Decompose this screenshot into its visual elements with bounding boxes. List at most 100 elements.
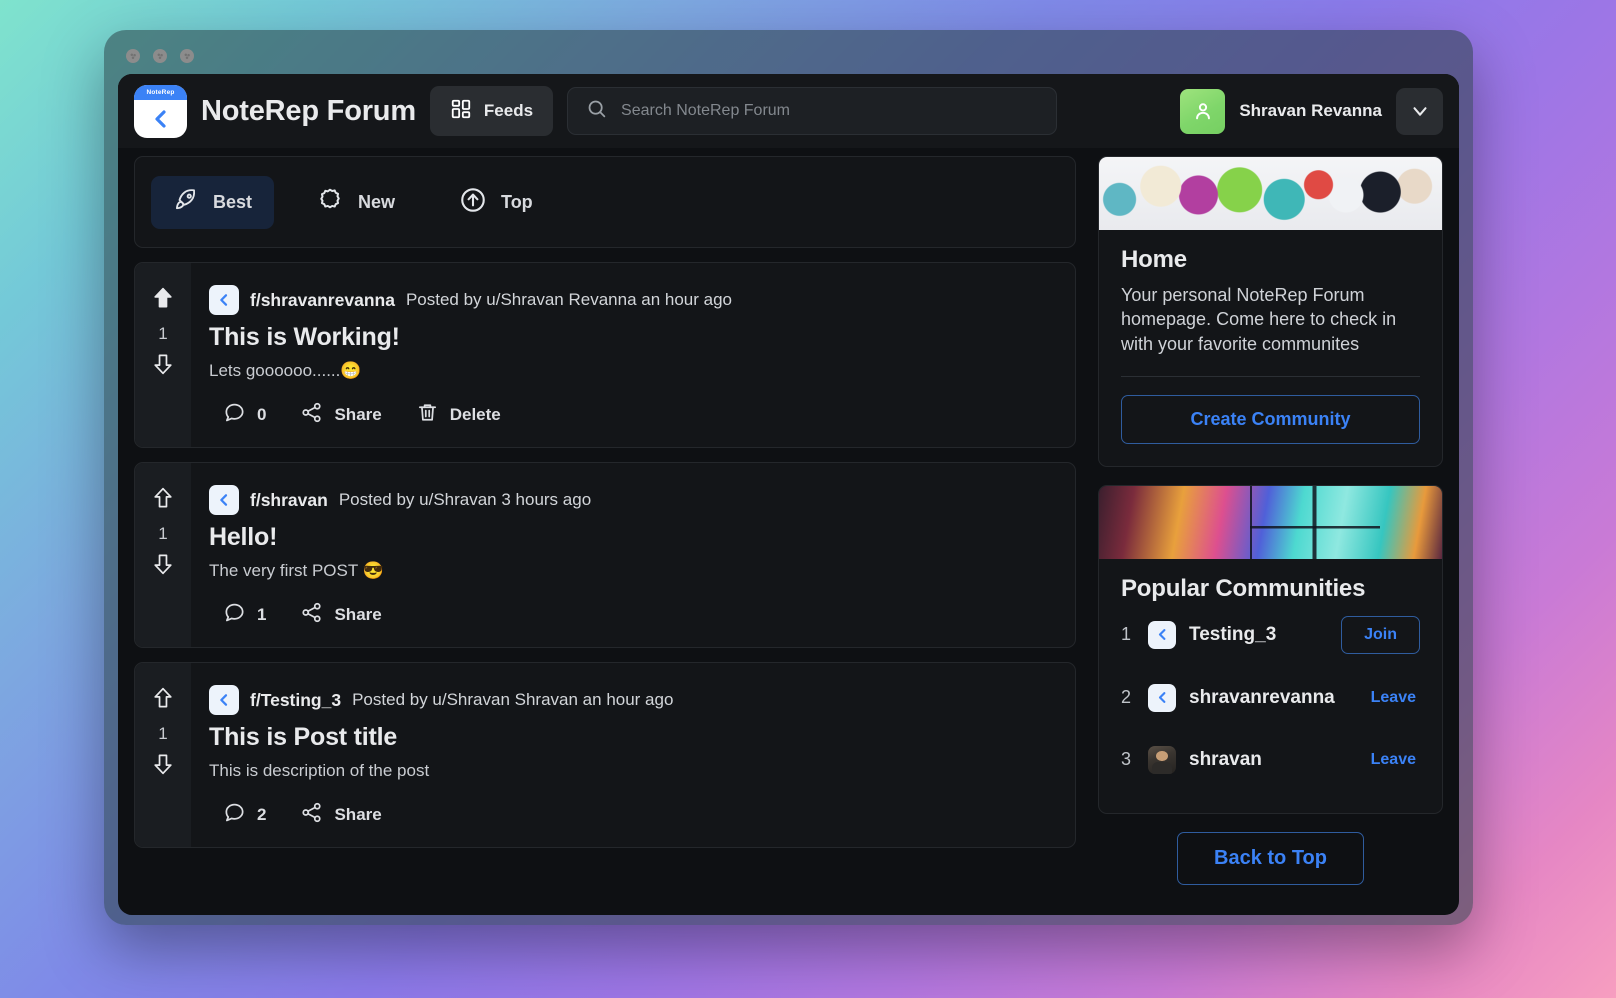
tab-best[interactable]: Best bbox=[151, 175, 275, 229]
share-label: Share bbox=[334, 605, 382, 624]
popular-banner-image bbox=[1099, 485, 1442, 559]
community-name[interactable]: shravan bbox=[1189, 749, 1354, 771]
community-rank: 2 bbox=[1121, 687, 1132, 708]
post-meta: f/shravan Posted by u/Shravan 3 hours ag… bbox=[209, 485, 1053, 515]
list-item[interactable]: 3 shravan Leave bbox=[1121, 729, 1420, 791]
post-description-text: This is description of the post bbox=[209, 761, 430, 780]
app-title: NoteRep Forum bbox=[201, 94, 416, 127]
community-name[interactable]: f/shravanrevanna bbox=[250, 290, 395, 311]
post-title[interactable]: This is Post title bbox=[209, 723, 1053, 752]
sort-tab-bar: Best New Top bbox=[134, 156, 1076, 248]
share-button[interactable]: Share bbox=[300, 601, 382, 629]
post-title[interactable]: Hello! bbox=[209, 523, 1053, 552]
community-name[interactable]: f/shravan bbox=[250, 490, 328, 511]
feeds-button[interactable]: Feeds bbox=[429, 86, 554, 136]
post-description: Lets goooooo......😁 bbox=[209, 361, 1053, 381]
share-icon bbox=[300, 401, 323, 429]
comments-button[interactable]: 0 bbox=[223, 401, 266, 429]
brand-block[interactable]: NoteRep NoteRep Forum bbox=[134, 84, 416, 138]
sidebar-column: Home Your personal NoteRep Forum homepag… bbox=[1098, 156, 1443, 915]
post-title[interactable]: This is Working! bbox=[209, 323, 1053, 352]
vote-count: 1 bbox=[158, 324, 168, 343]
noterep-logo-icon: NoteRep bbox=[134, 84, 187, 138]
community-chevron-badge-icon bbox=[209, 685, 239, 715]
tab-top[interactable]: Top bbox=[437, 175, 555, 230]
tab-new[interactable]: New bbox=[294, 175, 417, 230]
comments-count: 0 bbox=[257, 405, 267, 424]
chevron-down-icon[interactable] bbox=[1396, 87, 1443, 135]
popular-communities-card: Popular Communities 1 Testing_3 Join 2 s… bbox=[1098, 484, 1443, 814]
popular-card-body: Popular Communities 1 Testing_3 Join 2 s… bbox=[1099, 559, 1442, 813]
post-action-row: 1 Share bbox=[209, 601, 1053, 629]
post-card[interactable]: 1 f/shravan Posted by u/Shravan 3 hours … bbox=[134, 462, 1076, 648]
app-viewport: NoteRep NoteRep Forum Feeds Search NoteR… bbox=[118, 74, 1459, 915]
community-name[interactable]: shravanrevanna bbox=[1189, 687, 1354, 709]
comments-button[interactable]: 1 bbox=[223, 601, 266, 629]
join-button[interactable]: Join bbox=[1341, 615, 1420, 654]
comments-count: 2 bbox=[257, 805, 267, 824]
comments-button[interactable]: 2 bbox=[223, 801, 266, 829]
tab-new-label: New bbox=[358, 191, 396, 212]
community-photo-avatar bbox=[1148, 745, 1176, 774]
community-rank: 1 bbox=[1121, 624, 1132, 645]
share-icon bbox=[300, 601, 323, 629]
rocket-icon bbox=[173, 187, 199, 218]
window-maximize-button[interactable] bbox=[180, 49, 194, 63]
post-description-emoji: 😎 bbox=[362, 561, 384, 580]
post-meta: f/Testing_3 Posted by u/Shravan Shravan … bbox=[209, 685, 1053, 715]
back-to-top-wrap: Back to Top bbox=[1098, 831, 1443, 885]
upvote-button[interactable] bbox=[150, 685, 176, 716]
search-input[interactable] bbox=[621, 102, 1039, 120]
home-card-description: Your personal NoteRep Forum homepage. Co… bbox=[1121, 285, 1397, 354]
post-body: f/shravan Posted by u/Shravan 3 hours ag… bbox=[191, 463, 1075, 647]
list-item[interactable]: 2 shravanrevanna Leave bbox=[1121, 667, 1420, 729]
upvote-button[interactable] bbox=[150, 285, 176, 316]
post-author-meta: Posted by u/Shravan Revanna an hour ago bbox=[405, 290, 733, 309]
avatar[interactable] bbox=[1180, 88, 1226, 134]
grid-icon bbox=[450, 98, 472, 125]
content-area: Best New Top 1 f/shravanrevanna Posted b… bbox=[118, 148, 1459, 915]
post-body: f/shravanrevanna Posted by u/Shravan Rev… bbox=[191, 263, 1075, 447]
community-name[interactable]: Testing_3 bbox=[1189, 624, 1328, 646]
search-box[interactable] bbox=[567, 87, 1058, 135]
home-banner-image bbox=[1099, 157, 1442, 230]
back-to-top-button[interactable]: Back to Top bbox=[1177, 831, 1364, 885]
post-card[interactable]: 1 f/shravanrevanna Posted by u/Shravan R… bbox=[134, 262, 1076, 448]
logo-chevron-left-icon bbox=[134, 100, 187, 138]
vote-count: 1 bbox=[158, 724, 168, 743]
create-community-button[interactable]: Create Community bbox=[1121, 394, 1420, 444]
vote-column: 1 bbox=[135, 663, 191, 847]
post-description: This is description of the post bbox=[209, 761, 1053, 781]
user-menu[interactable]: Shravan Revanna bbox=[1180, 87, 1443, 135]
home-card-body: Home Your personal NoteRep Forum homepag… bbox=[1099, 230, 1442, 466]
downvote-button[interactable] bbox=[150, 351, 176, 382]
delete-label: Delete bbox=[449, 405, 501, 424]
downvote-button[interactable] bbox=[150, 751, 176, 782]
badge-star-icon bbox=[316, 186, 344, 219]
community-name[interactable]: f/Testing_3 bbox=[250, 690, 341, 711]
upvote-button[interactable] bbox=[150, 485, 176, 516]
post-author-meta: Posted by u/Shravan Shravan an hour ago bbox=[352, 690, 674, 709]
list-item[interactable]: 1 Testing_3 Join bbox=[1121, 603, 1420, 667]
delete-button[interactable]: Delete bbox=[416, 401, 501, 429]
leave-button[interactable]: Leave bbox=[1367, 680, 1420, 716]
vote-column: 1 bbox=[135, 463, 191, 647]
share-button[interactable]: Share bbox=[300, 401, 382, 429]
community-chevron-badge-icon bbox=[1148, 683, 1176, 712]
arrow-up-circle-icon bbox=[459, 186, 487, 219]
leave-button[interactable]: Leave bbox=[1367, 742, 1420, 778]
share-button[interactable]: Share bbox=[300, 801, 382, 829]
user-name-label: Shravan Revanna bbox=[1239, 101, 1382, 120]
post-body: f/Testing_3 Posted by u/Shravan Shravan … bbox=[191, 663, 1075, 847]
top-navigation-bar: NoteRep NoteRep Forum Feeds Search NoteR… bbox=[118, 74, 1459, 148]
search-icon bbox=[586, 98, 607, 124]
vote-count: 1 bbox=[158, 524, 168, 543]
community-chevron-badge-icon bbox=[209, 285, 239, 315]
window-close-button[interactable] bbox=[126, 49, 140, 63]
share-label: Share bbox=[334, 405, 382, 424]
home-card-title: Home bbox=[1121, 246, 1187, 273]
post-card[interactable]: 1 f/Testing_3 Posted by u/Shravan Shrava… bbox=[134, 662, 1076, 848]
window-minimize-button[interactable] bbox=[153, 49, 167, 63]
downvote-button[interactable] bbox=[150, 551, 176, 582]
comment-bubble-icon bbox=[223, 601, 246, 629]
